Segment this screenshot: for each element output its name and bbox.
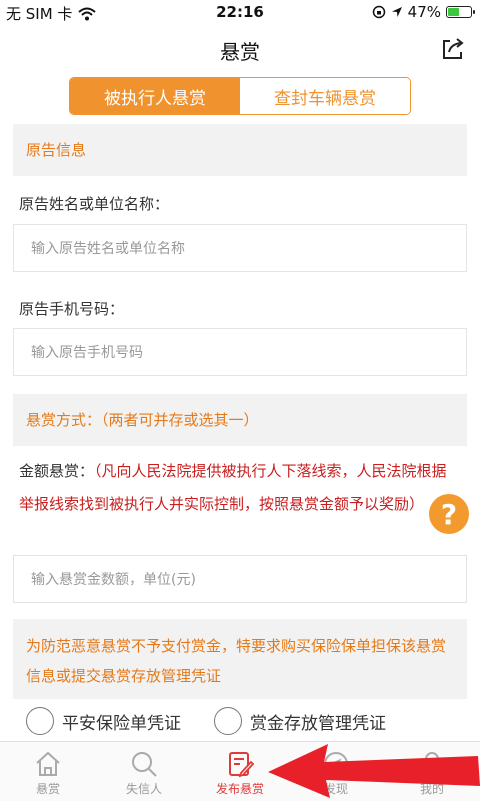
tab-reward[interactable]: 悬赏 [0,742,96,801]
name-label: 原告姓名或单位名称： [19,195,170,213]
amount-placeholder: 输入悬赏金数额，单位(元) [31,572,196,588]
segmented-control: 被执行人悬赏 查封车辆悬赏 [69,77,411,115]
search-icon [132,752,157,777]
location-icon [391,7,402,17]
phone-placeholder: 输入原告手机号码 [31,345,143,361]
tab-reward-label: 悬赏 [35,782,60,796]
tab-defaulters-label: 失信人 [125,782,162,796]
plaintiff-section-header: 原告信息 [13,124,467,176]
person-icon [419,752,445,777]
nav-bar: 悬赏 [0,26,480,74]
battery-percent: 47% [407,3,441,21]
tab-publish-reward[interactable]: 发布悬赏 [192,742,288,801]
share-icon[interactable] [440,36,466,62]
tab-discover-label: 发现 [323,782,348,796]
home-icon [36,751,60,776]
name-placeholder: 输入原告姓名或单位名称 [31,241,185,257]
status-right: 47% [372,3,475,21]
option-insurance[interactable]: 平安保险单凭证 [26,704,181,738]
reward-amount-input[interactable]: 输入悬赏金数额，单位(元) [13,555,467,603]
reward-method-header: 悬赏方式：（两者可并存或选其一） [13,394,467,446]
plaintiff-name-input[interactable]: 输入原告姓名或单位名称 [13,224,467,272]
tab-publish-reward-label: 发布悬赏 [215,782,264,796]
radio-insurance[interactable] [26,707,54,735]
tab-debtor-reward[interactable]: 被执行人悬赏 [70,78,240,114]
option-deposit[interactable]: 赏金存放管理凭证 [214,704,386,738]
help-button[interactable]: ? [429,494,469,534]
status-bar: 无 SIM 卡 22:16 47% [0,0,480,26]
plaintiff-phone-input[interactable]: 输入原告手机号码 [13,328,467,376]
rotation-lock-icon [372,5,385,19]
tab-discover[interactable]: 发现 [288,742,384,801]
phone-label: 原告手机号码： [19,300,125,318]
insurance-notice: 为防范恶意悬赏不予支付赏金，特要求购买保险保单担保该悬赏信息或提交悬赏存放管理凭… [13,619,467,699]
tab-defaulters[interactable]: 失信人 [96,742,192,801]
option-insurance-label: 平安保险单凭证 [62,713,181,734]
amount-reward-note: 金额悬赏：（凡向人民法院提供被执行人下落线索，人民法院根据举报线索找到被执行人并… [19,455,449,521]
radio-deposit[interactable] [214,707,242,735]
compass-icon [324,752,348,776]
tab-mine-label: 我的 [419,782,444,796]
page-title: 悬赏 [220,40,260,64]
bottom-tab-bar: 悬赏 失信人 发布悬赏 发现 我的 [0,741,480,801]
option-deposit-label: 赏金存放管理凭证 [250,713,386,734]
tab-vehicle-reward[interactable]: 查封车辆悬赏 [240,78,410,114]
amount-reward-label: 金额悬赏： [19,462,95,480]
tab-mine[interactable]: 我的 [384,742,480,801]
edit-icon [229,752,255,778]
battery-icon [446,6,475,18]
